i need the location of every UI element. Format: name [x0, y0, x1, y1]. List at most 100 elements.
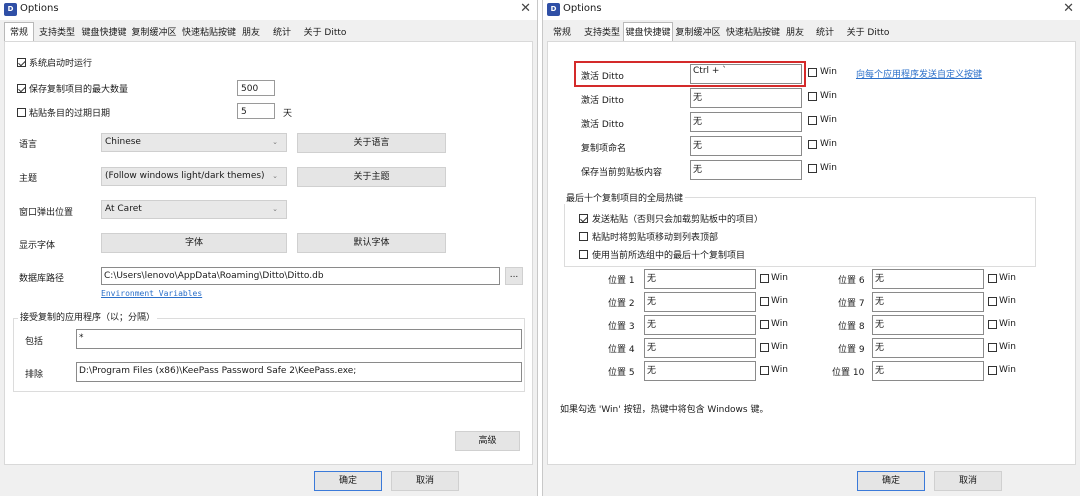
- cancel-button[interactable]: 取消: [934, 471, 1002, 491]
- start-on-boot-label: 系统启动时运行: [29, 59, 93, 69]
- chevron-down-icon: ⌄: [272, 138, 278, 146]
- send-paste-checkbox[interactable]: [579, 214, 588, 223]
- tab-about[interactable]: 关于 Ditto: [302, 24, 348, 42]
- hotkey-input[interactable]: 无: [690, 160, 802, 180]
- about-theme-button[interactable]: 关于主题: [297, 167, 446, 187]
- tab-supported-types[interactable]: 支持类型: [36, 24, 78, 42]
- position-input[interactable]: 无: [872, 292, 984, 312]
- chevron-down-icon: ⌄: [272, 172, 278, 180]
- position-input[interactable]: 无: [644, 361, 756, 381]
- win-checkbox[interactable]: [760, 297, 769, 306]
- options-window-keyboard: D Options ✕ 常规 支持类型 键盘快捷键 复制缓冲区 快速粘贴按键 朋…: [542, 0, 1080, 496]
- position-input[interactable]: 无: [872, 361, 984, 381]
- position-input[interactable]: 无: [872, 315, 984, 335]
- position-input[interactable]: 无: [644, 338, 756, 358]
- database-path-input[interactable]: C:\Users\lenovo\AppData\Roaming\Ditto\Di…: [101, 267, 500, 285]
- win-checkbox[interactable]: [988, 320, 997, 329]
- win-label: Win: [999, 365, 1016, 375]
- about-language-button[interactable]: 关于语言: [297, 133, 446, 153]
- theme-select-value: (Follow windows light/dark themes): [105, 171, 265, 181]
- last-ten-group-title: 最后十个复制项目的全局热键: [564, 191, 686, 204]
- title-bar: D Options ✕: [0, 0, 537, 20]
- win-checkbox[interactable]: [760, 343, 769, 352]
- hotkey-input[interactable]: 无: [690, 112, 802, 132]
- hotkey-input[interactable]: 无: [690, 136, 802, 156]
- popup-position-value: At Caret: [105, 204, 142, 214]
- tab-stats[interactable]: 统计: [813, 24, 837, 42]
- position-input[interactable]: 无: [872, 338, 984, 358]
- tab-about[interactable]: 关于 Ditto: [845, 24, 891, 42]
- expire-checkbox[interactable]: [17, 108, 26, 117]
- database-path-label: 数据库路径: [19, 274, 65, 284]
- position-input[interactable]: 无: [644, 315, 756, 335]
- close-icon[interactable]: ✕: [520, 1, 531, 17]
- title-bar: D Options ✕: [543, 0, 1080, 20]
- expire-days-input[interactable]: 5: [237, 103, 275, 119]
- win-checkbox[interactable]: [760, 274, 769, 283]
- tab-keyboard-shortcuts[interactable]: 键盘快捷键: [80, 24, 128, 42]
- win-checkbox[interactable]: [808, 116, 817, 125]
- tab-quick-paste-keys[interactable]: 快速粘贴按键: [724, 24, 782, 42]
- close-icon[interactable]: ✕: [1063, 1, 1074, 17]
- ok-button[interactable]: 确定: [857, 471, 925, 491]
- options-window-general: D Options ✕ 常规 支持类型 键盘快捷键 复制缓冲区 快速粘贴按键 朋…: [0, 0, 538, 496]
- tab-copy-buffers[interactable]: 复制缓冲区: [130, 24, 178, 42]
- win-label: Win: [771, 296, 788, 306]
- move-to-top-checkbox[interactable]: [579, 232, 588, 241]
- win-checkbox[interactable]: [760, 320, 769, 329]
- hotkey-label: 激活 Ditto: [581, 72, 624, 82]
- position-input[interactable]: 无: [872, 269, 984, 289]
- win-checkbox[interactable]: [760, 366, 769, 375]
- cancel-button[interactable]: 取消: [391, 471, 459, 491]
- win-checkbox[interactable]: [988, 366, 997, 375]
- win-label: Win: [999, 342, 1016, 352]
- tab-general[interactable]: 常规: [549, 24, 575, 42]
- popup-position-select[interactable]: At Caret ⌄: [101, 200, 287, 219]
- default-font-button[interactable]: 默认字体: [297, 233, 446, 253]
- tab-stats[interactable]: 统计: [270, 24, 294, 42]
- ok-button[interactable]: 确定: [314, 471, 382, 491]
- max-copies-input[interactable]: 500: [237, 80, 275, 96]
- position-input[interactable]: 无: [644, 269, 756, 289]
- position-input[interactable]: 无: [644, 292, 756, 312]
- hotkey-label: 激活 Ditto: [581, 96, 624, 106]
- tab-general[interactable]: 常规: [4, 22, 34, 42]
- exclude-label: 排除: [25, 370, 44, 380]
- use-group-checkbox[interactable]: [579, 250, 588, 259]
- include-input[interactable]: *: [76, 329, 522, 349]
- font-button[interactable]: 字体: [101, 233, 287, 253]
- win-checkbox[interactable]: [988, 274, 997, 283]
- language-select[interactable]: Chinese ⌄: [101, 133, 287, 152]
- tab-quick-paste-keys[interactable]: 快速粘贴按键: [180, 24, 238, 42]
- expire-label: 粘贴条目的过期日期: [29, 109, 111, 119]
- tab-supported-types[interactable]: 支持类型: [581, 24, 623, 42]
- max-copies-checkbox[interactable]: [17, 84, 26, 93]
- per-app-keys-link[interactable]: 向每个应用程序发送自定义按键: [856, 67, 982, 80]
- exclude-input[interactable]: D:\Program Files (x86)\KeePass Password …: [76, 362, 522, 382]
- language-label: 语言: [19, 140, 38, 150]
- ditto-app-icon: D: [4, 3, 17, 16]
- window-title: Options: [563, 3, 602, 14]
- hotkey-input[interactable]: 无: [690, 88, 802, 108]
- tab-copy-buffers[interactable]: 复制缓冲区: [674, 24, 722, 42]
- hotkey-input[interactable]: Ctrl + `: [690, 64, 802, 84]
- win-checkbox[interactable]: [808, 140, 817, 149]
- theme-select[interactable]: (Follow windows light/dark themes) ⌄: [101, 167, 287, 186]
- general-panel: 系统启动时运行 保存复制项目的最大数量 500 粘贴条目的过期日期 5 天 语言…: [4, 41, 533, 465]
- browse-button[interactable]: ...: [505, 267, 523, 285]
- tab-bar: 常规 支持类型 键盘快捷键 复制缓冲区 快速粘贴按键 朋友 统计 关于 Ditt…: [0, 22, 537, 42]
- win-checkbox[interactable]: [988, 297, 997, 306]
- tab-keyboard-shortcuts[interactable]: 键盘快捷键: [623, 22, 673, 42]
- win-label: Win: [820, 91, 837, 101]
- tab-friends[interactable]: 朋友: [784, 24, 806, 42]
- win-checkbox[interactable]: [808, 164, 817, 173]
- tab-friends[interactable]: 朋友: [240, 24, 262, 42]
- win-checkbox[interactable]: [988, 343, 997, 352]
- start-on-boot-checkbox[interactable]: [17, 58, 26, 67]
- environment-variables-link[interactable]: Environment Variables: [101, 289, 202, 298]
- advanced-button[interactable]: 高级: [455, 431, 520, 451]
- window-title: Options: [20, 3, 59, 14]
- win-checkbox[interactable]: [808, 92, 817, 101]
- win-checkbox[interactable]: [808, 68, 817, 77]
- language-select-value: Chinese: [105, 137, 141, 147]
